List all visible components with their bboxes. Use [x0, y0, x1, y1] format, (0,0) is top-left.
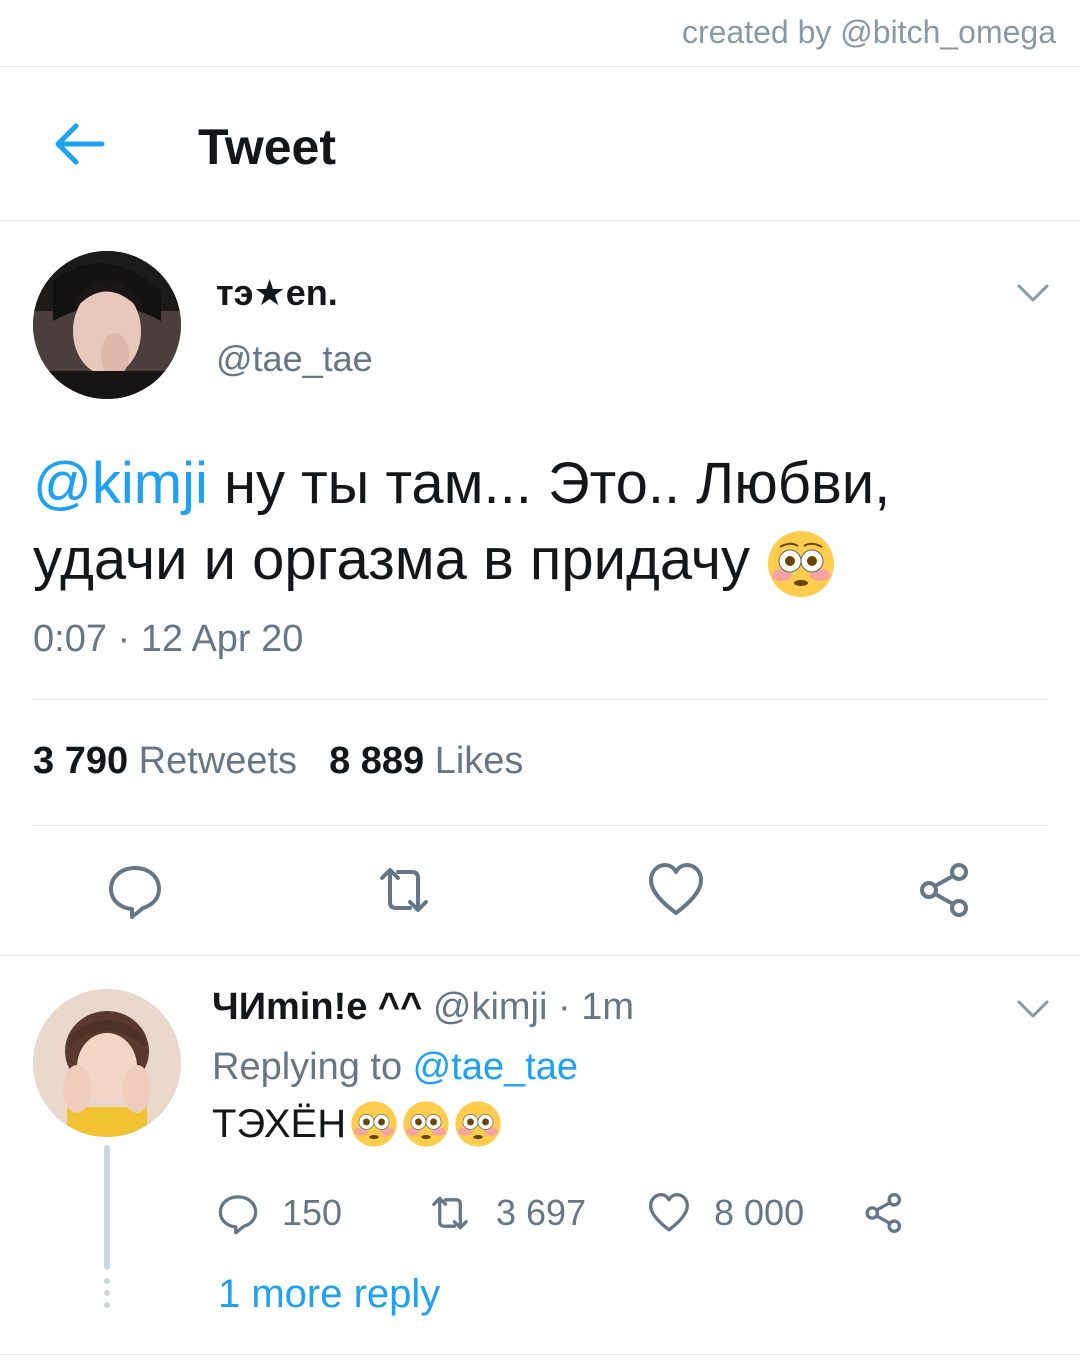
page-title: Tweet: [198, 119, 336, 175]
author-display-name[interactable]: тэ★еn.: [216, 272, 338, 314]
tweet-text-line: удачи и оргазма в придачу: [33, 527, 767, 592]
app-header: Tweet: [0, 68, 1080, 220]
divider: [0, 955, 1080, 956]
share-icon: [865, 1193, 902, 1233]
divider: [33, 699, 1047, 700]
thread-dot: [104, 1290, 110, 1296]
reply-author-avatar[interactable]: [33, 989, 181, 1137]
credit-watermark: created by @bitch_omega: [681, 14, 1056, 50]
reply-like-action[interactable]: 8 000: [646, 1188, 804, 1238]
author-avatar[interactable]: [33, 251, 181, 399]
reply-icon: [218, 1195, 258, 1235]
reply-handle-time[interactable]: @kimji · 1m: [433, 986, 634, 1028]
divider: [0, 220, 1080, 221]
divider: [0, 66, 1080, 67]
tweet-actions: [0, 860, 1080, 920]
thread-dot: [104, 1278, 110, 1284]
mention-link[interactable]: @kimji: [33, 451, 208, 516]
retweets-stat[interactable]: 3 790 Retweets: [33, 740, 297, 782]
chevron-down-icon[interactable]: [1016, 998, 1050, 1020]
flushed-face-emoji-icon: [403, 1101, 449, 1147]
reply-body: ТЭХЁН: [212, 1100, 502, 1148]
reply-author-line: ЧИmin!e ^^ @kimji · 1m: [212, 986, 634, 1029]
flushed-face-emoji-icon: [351, 1101, 397, 1147]
author-handle[interactable]: @tae_tae: [216, 338, 373, 380]
replying-to-line: Replying to @tae_tae: [212, 1046, 579, 1088]
reply-likes-count: 8 000: [714, 1192, 805, 1233]
thread-dot: [104, 1302, 110, 1308]
tweet-body: @kimji ну ты там... Это.. Любви, удачи и…: [33, 446, 1053, 599]
reply-text: ТЭХЁН: [212, 1101, 347, 1146]
retweet-icon: [432, 1196, 468, 1230]
flushed-face-emoji-icon: [768, 530, 835, 597]
more-replies-link[interactable]: 1 more reply: [218, 1272, 440, 1317]
share-icon[interactable]: [915, 860, 975, 920]
likes-stat[interactable]: 8 889 Likes: [329, 740, 523, 782]
reply-share-action[interactable]: [862, 1188, 928, 1238]
reply-icon[interactable]: [105, 860, 165, 920]
divider: [0, 1354, 1080, 1355]
reply-replies-action[interactable]: 150: [216, 1188, 342, 1238]
retweet-icon[interactable]: [374, 860, 434, 920]
like-heart-icon: [649, 1193, 689, 1232]
back-arrow-icon[interactable]: [50, 120, 106, 168]
reply-replies-count: 150: [282, 1192, 343, 1233]
tweet-stats: 3 790 Retweets 8 889 Likes: [33, 740, 523, 783]
tweet-text-line: ну ты там... Это.. Любви,: [207, 451, 891, 516]
tweet-timestamp[interactable]: 0:07 · 12 Apr 20: [33, 618, 303, 661]
replying-to-mention[interactable]: @tae_tae: [413, 1046, 578, 1088]
reply-author-name[interactable]: ЧИmin!e ^^: [212, 986, 422, 1028]
divider: [33, 825, 1047, 826]
chevron-down-icon[interactable]: [1016, 282, 1050, 304]
reply-retweet-action[interactable]: 3 697: [426, 1188, 586, 1238]
like-heart-icon[interactable]: [646, 860, 706, 920]
reply-retweets-count: 3 697: [496, 1192, 587, 1233]
flushed-face-emoji-icon: [455, 1101, 501, 1147]
thread-connector: [104, 1145, 110, 1270]
